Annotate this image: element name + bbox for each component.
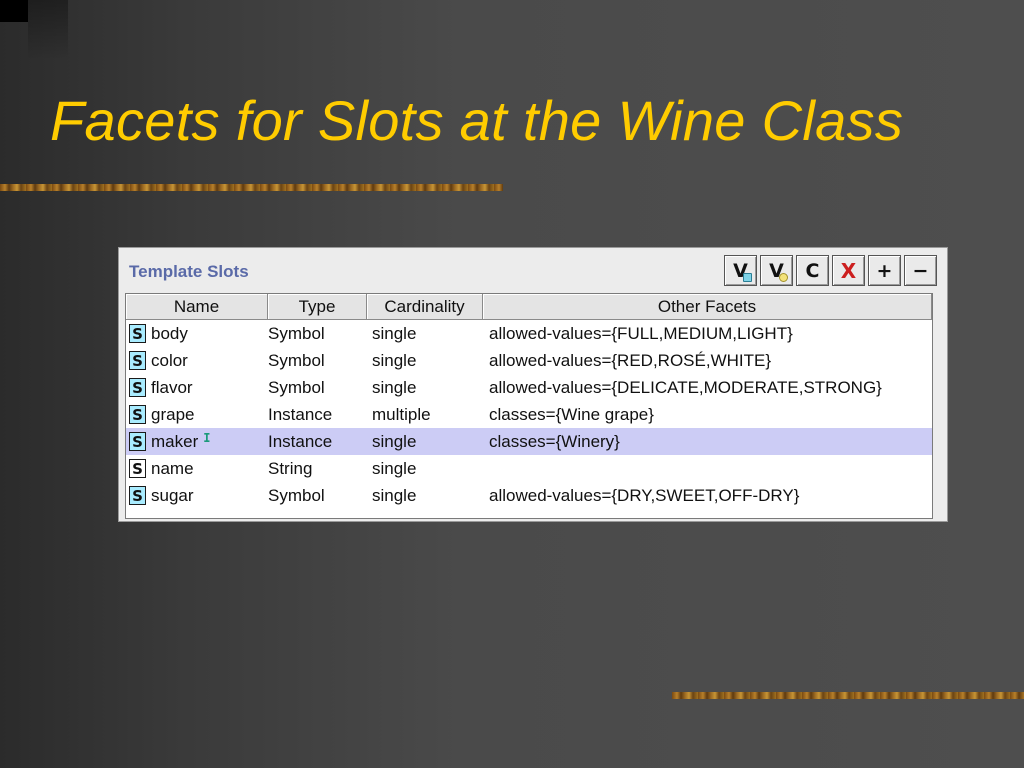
override-badge-icon (779, 273, 788, 282)
slot-name-cell: S maker I (126, 430, 268, 452)
table-row[interactable]: S body Symbol single allowed-values={FUL… (126, 320, 932, 347)
slot-other-facets: allowed-values={RED,ROSÉ,WHITE} (489, 350, 772, 370)
minus-icon: − (912, 259, 929, 282)
slot-type: String (268, 458, 313, 478)
slot-type: Instance (268, 431, 333, 451)
slot-name-cell: S flavor (126, 378, 268, 398)
slot-cardinality: single (372, 377, 417, 397)
slot-name: sugar (151, 485, 194, 505)
slot-cardinality: single (372, 458, 417, 478)
table-row[interactable]: S color Symbol single allowed-values={RE… (126, 347, 932, 374)
table-row-selected[interactable]: S maker I Instance single classes={Winer… (126, 428, 932, 455)
slot-icon: S (129, 351, 146, 370)
slot-name-cell: S grape (126, 405, 268, 425)
remove-slot-button[interactable]: − (904, 255, 937, 286)
slot-name-cell: S body (126, 324, 268, 344)
corner-square (0, 0, 28, 22)
panel-header: Template Slots V V C X + − (119, 248, 947, 294)
slot-icon: S (129, 459, 146, 478)
slot-cardinality: single (372, 350, 417, 370)
text-cursor-icon: I (203, 430, 211, 445)
slot-other-facets: classes={Wine grape} (489, 404, 654, 424)
slide-title: Facets for Slots at the Wine Class (50, 89, 904, 152)
column-header-type[interactable]: Type (268, 294, 367, 320)
slot-other-facets: allowed-values={FULL,MEDIUM,LIGHT} (489, 323, 793, 343)
slot-cardinality: single (372, 485, 417, 505)
slot-other-facets: allowed-values={DELICATE,MODERATE,STRONG… (489, 377, 882, 397)
slot-name-cell: S color (126, 351, 268, 371)
table-row[interactable]: S grape Instance multiple classes={Wine … (126, 401, 932, 428)
plus-icon: + (876, 259, 893, 282)
slot-icon: S (129, 432, 146, 451)
slot-name: maker (151, 431, 199, 451)
column-header-name[interactable]: Name (126, 294, 268, 320)
slot-name: body (151, 323, 188, 343)
slot-type: Symbol (268, 323, 325, 343)
slot-other-facets: allowed-values={DRY,SWEET,OFF-DRY} (489, 485, 800, 505)
slot-name-cell: S name (126, 459, 268, 479)
remove-override-button[interactable]: X (832, 255, 865, 286)
create-slot-button[interactable]: C (796, 255, 829, 286)
panel-title: Template Slots (129, 262, 249, 281)
decorative-bar-bottom (672, 692, 1024, 699)
template-slots-panel: Template Slots V V C X + − Name Type Car… (118, 247, 948, 522)
slot-cardinality: single (372, 323, 417, 343)
slot-icon: S (129, 378, 146, 397)
column-header-other-facets[interactable]: Other Facets (483, 294, 932, 320)
toolbar: V V C X + − (724, 255, 937, 286)
corner-shade (28, 0, 68, 60)
slot-cardinality: single (372, 431, 417, 451)
slot-name: color (151, 350, 188, 370)
remove-override-icon: X (840, 258, 857, 283)
slot-badge-icon (743, 273, 752, 282)
create-icon: C (805, 259, 820, 282)
add-slot-button[interactable]: + (868, 255, 901, 286)
slots-table: Name Type Cardinality Other Facets S bod… (125, 293, 933, 519)
slot-type: Instance (268, 404, 333, 424)
slot-type: Symbol (268, 377, 325, 397)
slot-cardinality: multiple (372, 404, 431, 424)
slot-icon: S (129, 405, 146, 424)
slot-name: name (151, 458, 194, 478)
table-row[interactable]: S sugar Symbol single allowed-values={DR… (126, 482, 932, 509)
slot-icon: S (129, 486, 146, 505)
slot-type: Symbol (268, 485, 325, 505)
slot-name-cell: S sugar (126, 486, 268, 506)
column-header-cardinality[interactable]: Cardinality (367, 294, 483, 320)
slot-name: grape (151, 404, 195, 424)
slot-name: flavor (151, 377, 193, 397)
table-header: Name Type Cardinality Other Facets (126, 294, 932, 320)
decorative-bar-top (0, 184, 503, 191)
view-facet-override-button[interactable]: V (760, 255, 793, 286)
slot-other-facets: classes={Winery} (489, 431, 620, 451)
table-row[interactable]: S flavor Symbol single allowed-values={D… (126, 374, 932, 401)
view-slot-button[interactable]: V (724, 255, 757, 286)
slot-type: Symbol (268, 350, 325, 370)
table-row[interactable]: S name String single (126, 455, 932, 482)
slot-icon: S (129, 324, 146, 343)
